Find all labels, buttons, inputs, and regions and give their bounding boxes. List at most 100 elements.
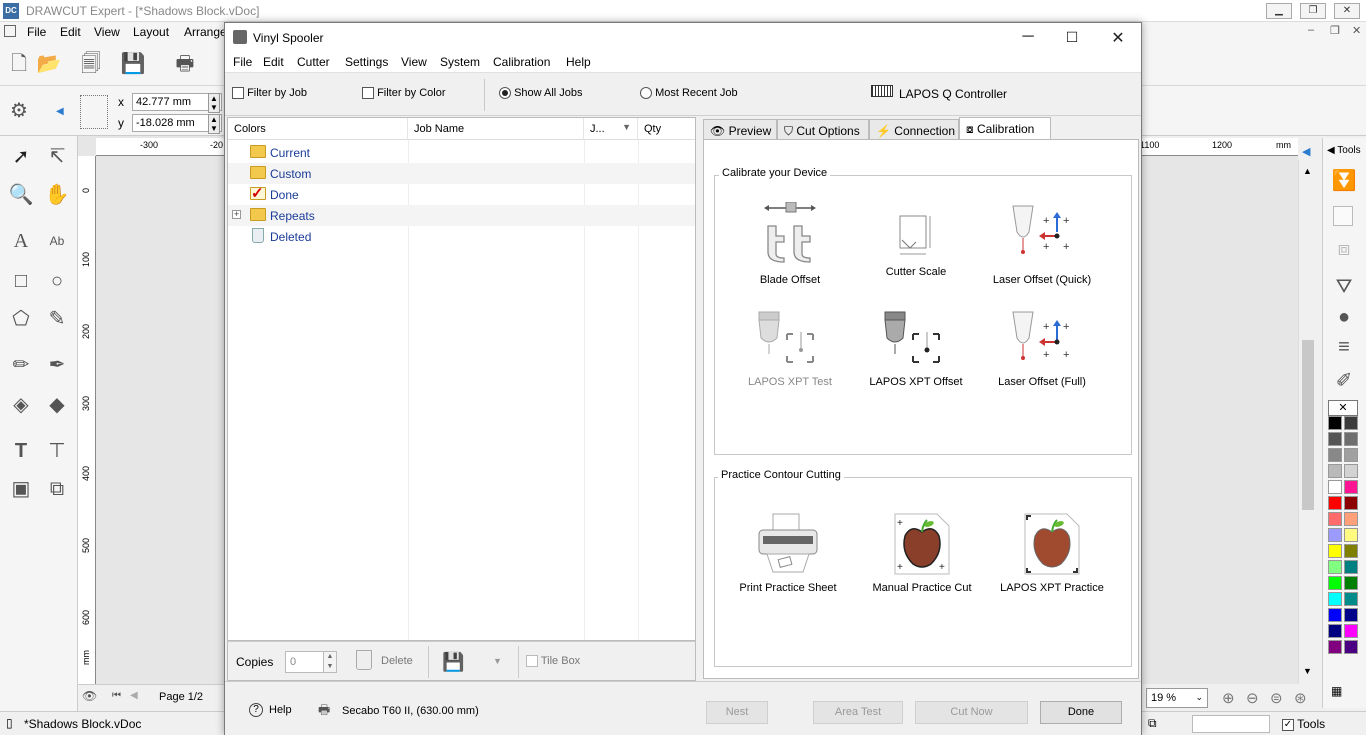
laser-offset-quick-button[interactable]: + + + + Laser Offset (Quick): [982, 202, 1102, 286]
manual-practice-cut-button[interactable]: + + + Manual Practice Cut: [862, 512, 982, 594]
palette-more-icon[interactable]: ▦: [1331, 684, 1353, 702]
help-link[interactable]: Help: [269, 704, 292, 716]
filter-by-job-checkbox[interactable]: Filter by Job: [232, 87, 307, 100]
panel-toggle-icon[interactable]: ◀: [56, 106, 64, 117]
fill-tool-icon[interactable]: ◆: [44, 392, 70, 418]
drawing-canvas-right[interactable]: [1140, 156, 1298, 684]
palette-swatch[interactable]: [1328, 608, 1342, 622]
dlg-menu-cutter[interactable]: Cutter: [297, 55, 330, 69]
previous-page-icon[interactable]: ◀: [130, 690, 138, 701]
view-icon[interactable]: 👁: [82, 689, 97, 703]
rectangle-tool-icon[interactable]: □: [8, 268, 34, 294]
dimension-tool-icon[interactable]: ⊤: [44, 438, 70, 464]
checkbox[interactable]: [232, 87, 244, 100]
y-spinner[interactable]: ▲ ▼: [208, 114, 220, 134]
palette-swatch[interactable]: [1344, 480, 1358, 494]
palette-swatch[interactable]: [1344, 544, 1358, 558]
checkbox[interactable]: [362, 87, 374, 100]
save-icon[interactable]: 💾: [120, 51, 146, 77]
status-document-name[interactable]: *Shadows Block.vDoc: [24, 717, 141, 731]
menu-edit[interactable]: Edit: [60, 25, 81, 39]
layers-icon[interactable]: ⧉: [1148, 716, 1157, 731]
laser-offset-full-button[interactable]: + + + + Laser Offset (Full): [982, 310, 1102, 388]
nest-button[interactable]: Nest: [706, 701, 768, 724]
controller-label[interactable]: LAPOS Q Controller: [899, 87, 1007, 101]
tab-cut-options[interactable]: ⛉ Cut Options: [777, 119, 869, 141]
mdi-close-icon[interactable]: ✕: [1352, 24, 1361, 37]
lines-icon[interactable]: ≡: [1331, 334, 1357, 360]
palette-swatch[interactable]: [1344, 464, 1358, 478]
filter-icon[interactable]: ⛛: [1331, 274, 1357, 300]
column-j[interactable]: J... ▼: [584, 118, 638, 140]
palette-swatch[interactable]: [1344, 640, 1358, 654]
column-colors[interactable]: Colors: [228, 118, 408, 140]
brush-tool-icon[interactable]: ✎: [44, 306, 70, 332]
list-item[interactable]: ✓ Done: [228, 184, 695, 205]
zoom-page-icon[interactable]: ⊛: [1294, 689, 1307, 707]
text-path-tool-icon[interactable]: T: [8, 438, 34, 464]
color-box-icon[interactable]: [1333, 206, 1353, 226]
dlg-menu-system[interactable]: System: [440, 55, 480, 69]
palette-swatch[interactable]: [1328, 416, 1342, 430]
palette-swatch[interactable]: [1328, 576, 1342, 590]
scroll-thumb[interactable]: [1302, 340, 1314, 510]
dock-collapse-icon[interactable]: ◀: [1302, 145, 1310, 158]
dialog-maximize-icon[interactable]: ☐: [1057, 29, 1087, 46]
palette-swatch[interactable]: [1328, 544, 1342, 558]
list-item[interactable]: + Repeats: [228, 205, 695, 226]
device-label[interactable]: Secabo T60 II, (630.00 mm): [342, 705, 479, 717]
show-all-jobs-radio[interactable]: Show All Jobs: [499, 87, 583, 100]
column-qty[interactable]: Qty: [638, 118, 695, 140]
lapos-xpt-offset-button[interactable]: LAPOS XPT Offset: [856, 310, 976, 388]
filter-by-color-checkbox[interactable]: Filter by Color: [362, 87, 446, 100]
scroll-down-icon[interactable]: ▼: [1303, 666, 1312, 676]
zoom-select[interactable]: 19 % ⌄: [1146, 688, 1208, 708]
most-recent-job-radio[interactable]: Most Recent Job: [640, 87, 738, 100]
palette-swatch[interactable]: [1344, 496, 1358, 510]
close-icon[interactable]: ✕: [1334, 3, 1360, 19]
scroll-up-icon[interactable]: ▲: [1303, 166, 1312, 176]
checkbox[interactable]: [526, 655, 538, 668]
chevron-down-icon[interactable]: ▼: [493, 656, 502, 666]
restore-icon[interactable]: ❐: [1300, 3, 1326, 19]
palette-swatch[interactable]: [1328, 560, 1342, 574]
blade-offset-button[interactable]: Blade Offset: [730, 202, 850, 286]
x-spinner[interactable]: ▲ ▼: [208, 93, 220, 113]
settings-gear-icon[interactable]: ⚙: [6, 98, 32, 124]
vertical-scrollbar[interactable]: ▲ ▼: [1298, 160, 1316, 684]
tools-toggle[interactable]: ✓ Tools: [1282, 717, 1325, 731]
save-job-icon[interactable]: 💾: [442, 652, 464, 673]
new-document-icon[interactable]: 🗋: [6, 51, 32, 77]
delete-button[interactable]: Delete: [381, 655, 413, 667]
copies-spinner[interactable]: ▲ ▼: [323, 651, 337, 673]
tile-box-checkbox[interactable]: Tile Box: [526, 655, 580, 668]
palette-swatch[interactable]: [1328, 496, 1342, 510]
palette-swatch[interactable]: [1328, 432, 1342, 446]
zoom-out-icon[interactable]: ⊖: [1246, 689, 1259, 707]
lapos-xpt-practice-button[interactable]: LAPOS XPT Practice: [992, 512, 1112, 594]
open-icon[interactable]: 📂: [36, 51, 62, 77]
dlg-menu-help[interactable]: Help: [566, 55, 591, 69]
palette-swatch[interactable]: [1328, 624, 1342, 638]
radio[interactable]: [640, 87, 652, 100]
pointer-tool-icon[interactable]: ➚: [8, 144, 34, 170]
dlg-menu-file[interactable]: File: [233, 55, 252, 69]
menu-layout[interactable]: Layout: [133, 25, 169, 39]
import-icon[interactable]: 🗐: [78, 51, 104, 77]
column-job-name[interactable]: Job Name: [408, 118, 584, 140]
transform-icon[interactable]: ⧈: [1331, 236, 1357, 262]
expand-icon[interactable]: +: [232, 210, 241, 219]
shape-tool-icon[interactable]: ⬠: [8, 306, 34, 332]
menu-view[interactable]: View: [94, 25, 120, 39]
palette-swatch[interactable]: [1344, 448, 1358, 462]
text-frame-tool-icon[interactable]: Ab: [44, 228, 70, 254]
palette-swatch[interactable]: [1328, 592, 1342, 606]
dlg-menu-edit[interactable]: Edit: [263, 55, 284, 69]
help-icon[interactable]: ?: [249, 703, 263, 717]
funnel-icon[interactable]: ⏬: [1331, 168, 1357, 194]
text-tool-icon[interactable]: A: [8, 228, 34, 254]
first-page-icon[interactable]: ⏮: [112, 690, 121, 701]
area-test-button[interactable]: Area Test: [813, 701, 903, 724]
palette-swatch[interactable]: [1328, 480, 1342, 494]
mdi-restore-icon[interactable]: ❐: [1330, 24, 1340, 37]
